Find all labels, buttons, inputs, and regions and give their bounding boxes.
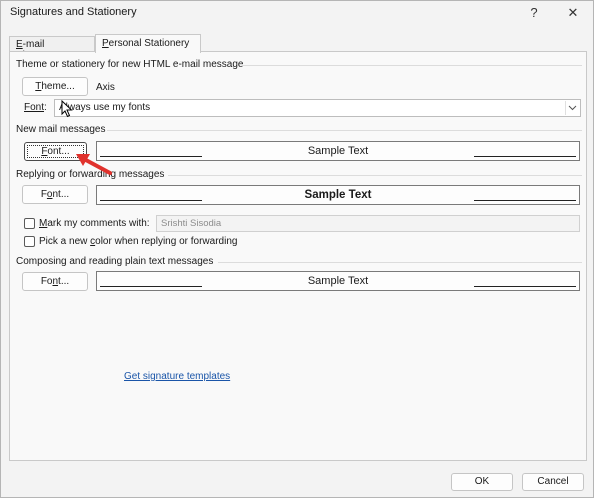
- reply-font-label: nt...: [52, 189, 70, 200]
- tab-email-signature[interactable]: E-mail Signature: [9, 36, 95, 61]
- mark-comments-checkbox[interactable]: [24, 218, 35, 229]
- mark-comments-label[interactable]: Mark my comments with:: [39, 218, 150, 229]
- window-title: Signatures and Stationery: [10, 6, 137, 18]
- tab-personal-stationery-label: ersonal Stationery: [108, 38, 190, 49]
- plain-text-heading: Composing and reading plain text message…: [16, 256, 214, 267]
- sample-underline-left: [100, 200, 202, 201]
- theme-section-heading: Theme or stationery for new HTML e-mail …: [16, 59, 244, 70]
- plain-text-sample-label: Sample Text: [307, 275, 369, 287]
- new-mail-sample-text: Sample Text: [96, 141, 580, 161]
- mouse-cursor-icon: [61, 100, 73, 118]
- tab-email-signature-accel: E: [16, 39, 23, 50]
- font-label-colon: :: [44, 102, 47, 113]
- sample-underline-right: [474, 286, 576, 287]
- sample-underline-right: [474, 156, 576, 157]
- sample-underline-right: [474, 200, 576, 201]
- theme-button-label: heme...: [41, 81, 75, 92]
- plain-font-pre: Fo: [40, 276, 53, 287]
- close-button[interactable]: ✕: [562, 4, 584, 22]
- plain-text-font-button[interactable]: Font...: [22, 272, 88, 291]
- pick-color-text: olor when replying or forwarding: [95, 236, 238, 247]
- title-bar: Signatures and Stationery ? ✕: [1, 1, 593, 27]
- section-divider: [218, 262, 582, 263]
- pick-color-label[interactable]: Pick a new color when replying or forwar…: [39, 236, 237, 247]
- reply-sample-text: Sample Text: [96, 185, 580, 205]
- ok-button[interactable]: OK: [451, 473, 513, 491]
- annotation-arrow-icon: [76, 154, 112, 175]
- tab-personal-stationery-accel: P: [102, 38, 109, 49]
- cancel-button[interactable]: Cancel: [522, 473, 584, 491]
- section-divider: [107, 130, 582, 131]
- plain-text-sample-text: Sample Text: [96, 271, 580, 291]
- font-select[interactable]: Always use my fonts: [54, 99, 581, 117]
- personal-stationery-panel: Theme or stationery for new HTML e-mail …: [9, 51, 587, 461]
- section-divider: [242, 65, 582, 66]
- reply-sample-label: Sample Text: [304, 189, 372, 201]
- tab-personal-stationery[interactable]: Personal Stationery: [95, 34, 201, 53]
- mark-comments-input[interactable]: Srishti Sisodia: [156, 215, 580, 232]
- signatures-dialog: Signatures and Stationery ? ✕ E-mail Sig…: [0, 0, 594, 498]
- pick-color-checkbox[interactable]: [24, 236, 35, 247]
- new-mail-sample-label: Sample Text: [307, 145, 369, 157]
- sample-underline-left: [100, 156, 202, 157]
- get-signature-templates-link[interactable]: Get signature templates: [124, 371, 230, 382]
- sample-underline-left: [100, 286, 202, 287]
- font-label-text: Font: [24, 102, 45, 113]
- pick-color-pre: Pick a new: [39, 236, 91, 247]
- help-button[interactable]: ?: [523, 4, 545, 22]
- chevron-down-icon[interactable]: [565, 101, 578, 115]
- mark-comments-text: ark my comments with:: [47, 218, 150, 229]
- theme-button[interactable]: Theme...: [22, 77, 88, 96]
- new-mail-heading: New mail messages: [16, 124, 106, 135]
- reply-font-button[interactable]: Font...: [22, 185, 88, 204]
- font-label: Font:: [24, 102, 47, 113]
- plain-font-label: t...: [58, 276, 70, 287]
- section-divider: [168, 175, 582, 176]
- theme-name: Axis: [96, 82, 115, 93]
